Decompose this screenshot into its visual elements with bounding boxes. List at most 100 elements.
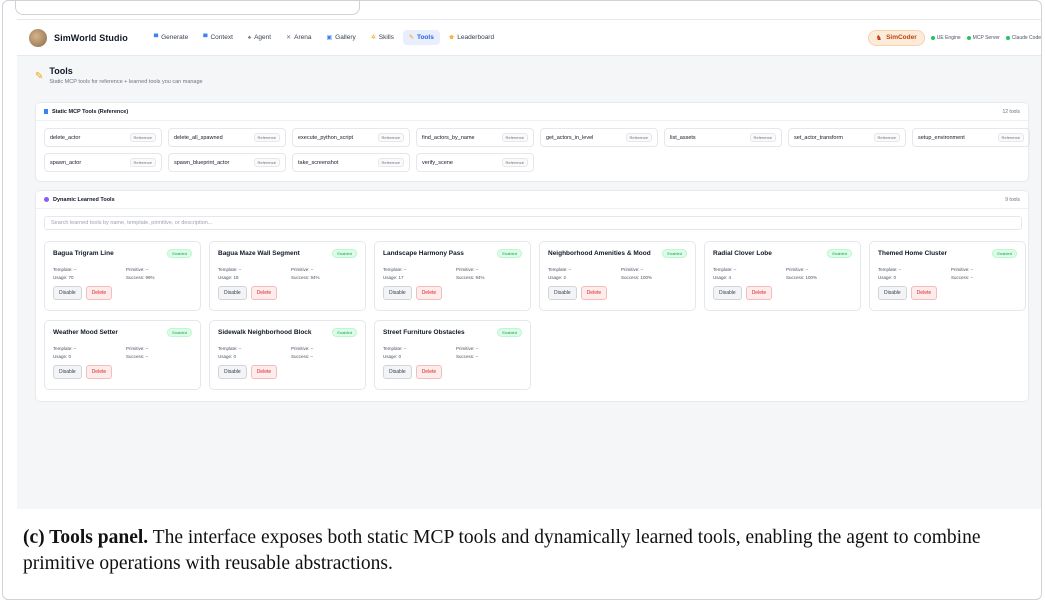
enabled-badge: Enabled <box>827 249 852 258</box>
card-usage: Usage: 0 <box>383 354 402 359</box>
disable-button[interactable]: Disable <box>383 286 412 300</box>
card-primitive: Primitive: – <box>786 267 809 272</box>
static-tool-item[interactable]: execute_python_script Reference <box>292 128 410 147</box>
card-primitive: Primitive: – <box>291 267 314 272</box>
card-primitive: Primitive: – <box>621 267 644 272</box>
static-tool-item[interactable]: spawn_actor Reference <box>44 153 162 172</box>
card-usage: Usage: 4 <box>713 275 732 280</box>
disable-button[interactable]: Disable <box>218 365 247 379</box>
card-primitive: Primitive: – <box>126 267 149 272</box>
dynamic-panel-title: Dynamic Learned Tools <box>53 196 115 203</box>
learned-tool-card: Sidewalk Neighborhood Block Enabled Templa… <box>209 320 366 390</box>
nav-item-label: Tools <box>416 34 434 41</box>
static-tool-item[interactable]: spawn_blueprint_actor Reference <box>168 153 286 172</box>
card-usage: Usage: 0 <box>53 354 72 359</box>
disable-button[interactable]: Disable <box>53 286 82 300</box>
disable-button[interactable]: Disable <box>548 286 577 300</box>
simcoder-button[interactable]: ♞ SimCoder <box>867 29 925 46</box>
dynamic-panel-icon <box>44 197 49 202</box>
card-usage: Usage: 18 <box>218 275 239 280</box>
nav-skills-icon: ✲ <box>370 35 376 41</box>
nav-item-leaderboard[interactable]: ♚ Leaderboard <box>443 30 500 45</box>
delete-button[interactable]: Delete <box>415 365 443 379</box>
card-template: Template: – <box>383 346 407 351</box>
wrench-icon: ✎ <box>35 71 44 82</box>
figure-caption: (c) Tools panel. The interface exposes b… <box>23 525 1033 577</box>
nav-item-skills[interactable]: ✲ Skills <box>365 30 400 45</box>
enabled-badge: Enabled <box>167 249 192 258</box>
card-primitive: Primitive: – <box>291 346 314 351</box>
learned-tool-card: Themed Home Cluster Enabled Template: – Pri… <box>869 241 1026 311</box>
card-actions: Disable Delete <box>53 365 192 379</box>
nav-item-arena[interactable]: ✕ Arena <box>280 30 317 45</box>
delete-button[interactable]: Delete <box>910 286 938 300</box>
nav-item-tools[interactable]: ✎ Tools <box>402 30 440 45</box>
nav-item-gallery[interactable]: ▣ Gallery <box>320 30 361 45</box>
reference-badge: Reference <box>129 158 156 167</box>
card-template: Template: – <box>53 346 77 351</box>
card-title: Themed Home Cluster <box>878 250 947 257</box>
nav-item-label: Arena <box>294 34 312 41</box>
disable-button[interactable]: Disable <box>218 286 247 300</box>
app-screen: SimWorld Studio ▀ Generate ▀ Context ♠ Agent ✕… <box>17 19 1041 509</box>
delete-button[interactable]: Delete <box>250 365 278 379</box>
nav-items: ▀ Generate ▀ Context ♠ Agent ✕ Arena ▣ Gallery ✲ Sk… <box>148 30 500 45</box>
static-tool-name: set_actor_transform <box>794 134 843 141</box>
static-tool-item[interactable]: verify_scene Reference <box>416 153 534 172</box>
delete-button[interactable]: Delete <box>85 286 113 300</box>
nav-item-label: Leaderboard <box>457 34 495 41</box>
card-meta: Template: – Primitive: – Usage: 0 Success: … <box>53 346 192 359</box>
disable-button[interactable]: Disable <box>878 286 907 300</box>
reference-badge: Reference <box>997 133 1024 142</box>
nav-tools-icon: ✎ <box>408 35 414 41</box>
status-claude-code: Claude Code <box>1005 35 1041 41</box>
static-tools-grid: delete_actor Reference delete_all_spawned R… <box>36 121 1030 176</box>
static-tools-panel: Static MCP Tools (Reference) 12 tools de… <box>35 102 1030 182</box>
disable-button[interactable]: Disable <box>713 286 742 300</box>
card-usage: Usage: 70 <box>53 275 74 280</box>
delete-button[interactable]: Delete <box>250 286 278 300</box>
nav-item-agent[interactable]: ♠ Agent <box>242 30 277 45</box>
static-tool-item[interactable]: setup_environment Reference <box>912 128 1030 147</box>
card-success: Success: – <box>951 275 974 280</box>
delete-button[interactable]: Delete <box>85 365 113 379</box>
card-template: Template: – <box>878 267 902 272</box>
card-success: Success: 100% <box>786 275 818 280</box>
delete-button[interactable]: Delete <box>415 286 443 300</box>
static-tool-item[interactable]: get_actors_in_level Reference <box>540 128 658 147</box>
card-meta: Template: – Primitive: – Usage: 0 Success: … <box>383 346 522 359</box>
nav-gallery-icon: ▣ <box>326 35 333 41</box>
nav-leaderboard-icon: ♚ <box>448 35 455 41</box>
learned-tool-card: Bagua Maze Wall Segment Enabled Template: … <box>209 241 366 311</box>
static-tool-item[interactable]: list_assets Reference <box>664 128 782 147</box>
card-meta: Template: – Primitive: – Usage: 2 Success: … <box>548 267 687 280</box>
static-tool-name: take_screenshot <box>298 159 339 166</box>
enabled-badge: Enabled <box>332 249 357 258</box>
nav-item-context[interactable]: ▀ Context <box>197 30 239 45</box>
delete-button[interactable]: Delete <box>745 286 773 300</box>
card-success: Success: 94% <box>291 275 320 280</box>
disable-button[interactable]: Disable <box>383 365 412 379</box>
simcoder-avatar-icon: ♞ <box>875 34 883 42</box>
card-header: Sidewalk Neighborhood Block Enabled <box>218 328 357 337</box>
card-success: Success: – <box>126 354 149 359</box>
card-meta: Template: – Primitive: – Usage: 0 Success: … <box>218 346 357 359</box>
static-tool-item[interactable]: take_screenshot Reference <box>292 153 410 172</box>
static-tool-item[interactable]: find_actors_by_name Reference <box>416 128 534 147</box>
disable-button[interactable]: Disable <box>53 365 82 379</box>
nav-item-label: Skills <box>378 34 394 41</box>
delete-button[interactable]: Delete <box>580 286 608 300</box>
card-primitive: Primitive: – <box>456 267 479 272</box>
card-actions: Disable Delete <box>878 286 1017 300</box>
card-meta: Template: – Primitive: – Usage: 70 Success:… <box>53 267 192 280</box>
static-tool-item[interactable]: delete_all_spawned Reference <box>168 128 286 147</box>
static-tool-item[interactable]: set_actor_transform Reference <box>788 128 906 147</box>
nav-item-generate[interactable]: ▀ Generate <box>148 30 194 45</box>
static-tool-item[interactable]: delete_actor Reference <box>44 128 162 147</box>
card-actions: Disable Delete <box>713 286 852 300</box>
frame-tab <box>15 1 360 15</box>
card-success: Success: 100% <box>621 275 653 280</box>
nav-item-label: Agent <box>254 34 272 41</box>
learned-tools-search-input[interactable]: Search learned tools by name, template, … <box>44 216 1022 230</box>
card-title: Landscape Harmony Pass <box>383 250 464 257</box>
